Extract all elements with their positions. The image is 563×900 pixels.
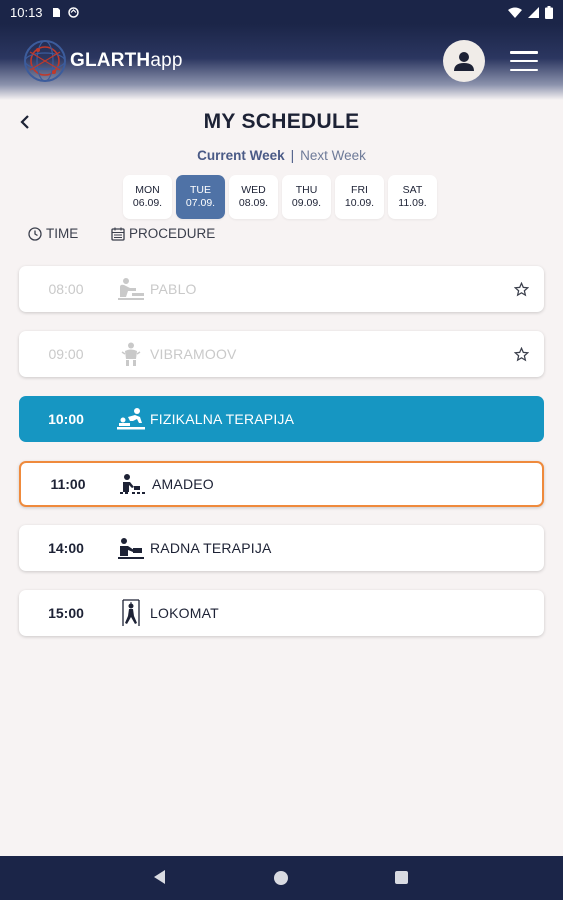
- day-name: FRI: [351, 184, 368, 196]
- wifi-icon: [508, 7, 522, 18]
- favorite-star-icon[interactable]: [498, 281, 544, 297]
- user-avatar-icon: [454, 52, 474, 71]
- current-week-tab[interactable]: Current Week: [197, 148, 285, 163]
- row-time: 11:00: [50, 476, 86, 492]
- row-time: 15:00: [48, 605, 84, 621]
- vibramoov-therapy-icon: [113, 340, 149, 368]
- nav-home-icon[interactable]: [274, 871, 288, 885]
- day-name: TUE: [190, 184, 211, 196]
- sim-card-icon: [52, 7, 60, 17]
- row-procedure: PABLO: [150, 281, 197, 297]
- week-toggle: Current Week | Next Week: [0, 148, 563, 163]
- time-column-label: TIME: [46, 226, 79, 241]
- schedule-row-lokomat[interactable]: 15:00 LOKOMAT: [19, 590, 544, 636]
- cellular-signal-icon: [528, 6, 539, 18]
- schedule-row-amadeo[interactable]: 11:00 AMADEO: [19, 461, 544, 507]
- schedule-row-pablo[interactable]: 08:00 PABLO: [19, 266, 544, 312]
- day-selector: MON 06.09. TUE 07.09. WED 08.09. THU 09.09. …: [123, 175, 437, 219]
- lokomat-therapy-icon: [113, 599, 149, 627]
- nav-recents-icon[interactable]: [395, 871, 408, 884]
- row-time: 09:00: [48, 346, 84, 362]
- day-tab-tue[interactable]: TUE 07.09.: [176, 175, 225, 219]
- day-name: MON: [135, 184, 160, 196]
- pablo-therapy-icon: [113, 275, 149, 303]
- calendar-icon: [111, 227, 125, 241]
- procedure-column-label: PROCEDURE: [129, 226, 216, 241]
- app-logo: GLARTHapp: [22, 38, 183, 84]
- profile-button[interactable]: [443, 40, 485, 82]
- system-navigation-bar: [0, 856, 563, 900]
- row-time: 08:00: [48, 281, 84, 297]
- day-date: 06.09.: [132, 197, 163, 209]
- day-tab-fri[interactable]: FRI 10.09.: [335, 175, 384, 219]
- status-bar: 10:13: [0, 0, 563, 24]
- day-tab-thu[interactable]: THU 09.09.: [282, 175, 331, 219]
- favorite-star-icon[interactable]: [498, 346, 544, 362]
- day-name: THU: [295, 184, 318, 196]
- occupational-therapy-icon: [113, 534, 149, 562]
- procedure-column-header: PROCEDURE: [111, 226, 215, 241]
- glarth-globe-logo-icon: [24, 40, 66, 82]
- row-procedure: RADNA TERAPIJA: [150, 540, 272, 556]
- app-header: GLARTHapp: [0, 24, 563, 100]
- page-title: MY SCHEDULE: [203, 110, 360, 133]
- row-time: 14:00: [48, 540, 84, 556]
- day-name: WED: [241, 184, 266, 196]
- physical-therapy-icon: [113, 405, 149, 433]
- next-week-tab[interactable]: Next Week: [300, 148, 366, 163]
- hamburger-menu-icon[interactable]: [510, 51, 538, 71]
- battery-icon: [545, 5, 553, 19]
- day-tab-mon[interactable]: MON 06.09.: [123, 175, 172, 219]
- day-tab-sat[interactable]: SAT 11.09.: [388, 175, 437, 219]
- time-column-header: TIME: [28, 226, 78, 241]
- day-date: 11.09.: [398, 197, 427, 209]
- status-time: 10:13: [10, 4, 43, 20]
- row-procedure: FIZIKALNA TERAPIJA: [150, 411, 295, 427]
- schedule-row-vibramoov[interactable]: 09:00 VIBRAMOOV: [19, 331, 544, 377]
- app-name: GLARTHapp: [70, 50, 183, 71]
- schedule-row-fizikalna-terapija[interactable]: 10:00 FIZIKALNA TERAPIJA: [19, 396, 544, 442]
- row-time: 10:00: [48, 411, 84, 427]
- week-separator: |: [290, 148, 295, 163]
- day-date: 07.09.: [185, 197, 216, 209]
- clock-icon: [28, 226, 42, 241]
- day-tab-wed[interactable]: WED 08.09.: [229, 175, 278, 219]
- schedule-row-radna-terapija[interactable]: 14:00 RADNA TERAPIJA: [19, 525, 544, 571]
- day-name: SAT: [402, 184, 423, 196]
- amadeo-therapy-icon: [115, 470, 151, 498]
- nav-back-icon[interactable]: [154, 870, 166, 884]
- day-date: 10.09.: [344, 197, 375, 209]
- day-date: 09.09.: [291, 197, 322, 209]
- row-procedure: VIBRAMOOV: [150, 346, 237, 362]
- row-procedure: AMADEO: [152, 476, 214, 492]
- row-procedure: LOKOMAT: [150, 605, 219, 621]
- day-date: 08.09.: [238, 197, 269, 209]
- sync-status-icon: [67, 6, 79, 18]
